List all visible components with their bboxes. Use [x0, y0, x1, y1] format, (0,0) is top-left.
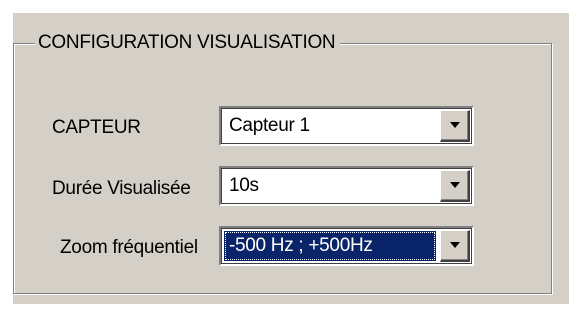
duree-visualisee-select[interactable]: 10s	[219, 166, 474, 206]
chevron-down-icon	[450, 122, 460, 128]
groupbox-title: CONFIGURATION VISUALISATION	[35, 32, 341, 54]
duree-dropdown-button[interactable]	[440, 170, 470, 202]
capteur-select-value: Capteur 1	[229, 115, 310, 136]
duree-visualisee-label: Durée Visualisée	[52, 178, 191, 199]
capteur-label: CAPTEUR	[52, 117, 141, 138]
zoom-frequentiel-select-value: -500 Hz ; +500Hz	[224, 231, 436, 261]
zoom-frequentiel-label: Zoom fréquentiel	[60, 237, 198, 258]
chevron-down-icon	[450, 182, 460, 188]
chevron-down-icon	[450, 242, 460, 248]
capteur-dropdown-button[interactable]	[440, 110, 470, 142]
duree-visualisee-select-value: 10s	[229, 175, 259, 196]
zoom-frequentiel-select[interactable]: -500 Hz ; +500Hz	[219, 226, 474, 266]
capteur-select[interactable]: Capteur 1	[219, 106, 474, 146]
zoom-dropdown-button[interactable]	[440, 230, 470, 262]
